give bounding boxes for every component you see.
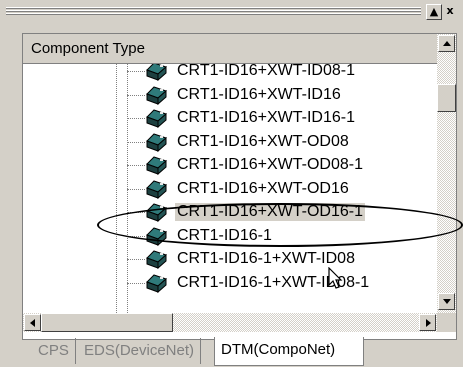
arrow-left-icon bbox=[30, 319, 35, 327]
close-button[interactable]: x bbox=[443, 4, 457, 18]
tree-item-label: CRT1-ID16+XWT-OD16-1 bbox=[175, 203, 365, 221]
tree-item[interactable]: CRT1-ID16-1 bbox=[23, 225, 437, 248]
tree-item-label: CRT1-ID16-1+XWT-ID08 bbox=[177, 250, 355, 267]
device-icon bbox=[145, 250, 167, 270]
tree-item-label: CRT1-ID16+XWT-ID16-1 bbox=[177, 109, 355, 126]
tree-item-label: CRT1-ID16+XWT-ID08-1 bbox=[177, 64, 355, 79]
device-icon bbox=[145, 109, 167, 129]
tab-dtm-componet[interactable]: DTM(CompoNet) bbox=[214, 337, 364, 366]
tree-connector bbox=[127, 212, 145, 213]
scrollbar-corner bbox=[437, 313, 456, 332]
tree-connector bbox=[127, 259, 145, 260]
arrow-down-icon bbox=[443, 299, 451, 304]
tree-item-label: CRT1-ID16+XWT-ID16 bbox=[177, 85, 341, 103]
restore-button[interactable]: ▲ bbox=[426, 4, 442, 20]
vertical-scrollbar[interactable] bbox=[437, 34, 456, 313]
tree-item-label: CRT1-ID16+XWT-OD08-1 bbox=[177, 156, 363, 173]
tree-item[interactable]: CRT1-ID16+XWT-ID16 bbox=[23, 84, 437, 107]
tab-cps[interactable]: CPS bbox=[32, 338, 76, 364]
device-icon bbox=[145, 273, 167, 294]
column-header-label: Component Type bbox=[31, 40, 145, 57]
tree-connector bbox=[127, 165, 145, 166]
tree-item[interactable]: CRT1-ID16-1+XWT-ID08-1 bbox=[23, 272, 437, 295]
tree-item[interactable]: CRT1-ID16+XWT-ID16-1 bbox=[23, 107, 437, 130]
device-icon bbox=[145, 179, 167, 200]
scroll-right-button[interactable] bbox=[419, 314, 436, 331]
tree-item[interactable]: CRT1-ID16+XWT-OD16 bbox=[23, 178, 437, 201]
device-icon bbox=[145, 226, 167, 247]
device-icon bbox=[145, 85, 167, 106]
column-header[interactable]: Component Type bbox=[23, 34, 438, 64]
arrow-up-icon bbox=[443, 41, 451, 46]
component-tree[interactable]: CRT1-ID16+XWT-ID08-1 CRT1-ID16+XWT-ID16 CR… bbox=[23, 64, 437, 313]
tree-connector bbox=[127, 71, 145, 72]
tree-connector bbox=[127, 94, 145, 96]
scroll-down-button[interactable] bbox=[438, 293, 455, 310]
tab-eds-devicenet[interactable]: EDS(DeviceNet) bbox=[78, 338, 202, 364]
mouse-pointer-icon bbox=[328, 267, 343, 289]
horizontal-scroll-thumb[interactable] bbox=[41, 313, 173, 332]
tree-item[interactable]: CRT1-ID16-1+XWT-ID08 bbox=[23, 248, 437, 271]
tree-connector bbox=[127, 235, 145, 237]
tree-item-label: CRT1-ID16+XWT-OD08 bbox=[177, 132, 349, 150]
device-icon bbox=[145, 156, 167, 176]
tree-item[interactable]: CRT1-ID16+XWT-OD16-1 bbox=[23, 201, 437, 224]
tree-connector bbox=[127, 118, 145, 119]
drag-grip[interactable] bbox=[6, 7, 421, 16]
component-type-panel: Component Type CRT1-ID16+XWT-ID08-1 CRT1-… bbox=[22, 33, 457, 340]
window-title-bar[interactable]: ▲ x bbox=[0, 0, 463, 26]
tree-connector bbox=[127, 141, 145, 143]
scroll-left-button[interactable] bbox=[24, 314, 41, 331]
tree-item[interactable]: CRT1-ID16+XWT-ID08-1 bbox=[23, 64, 437, 83]
device-icon bbox=[145, 64, 167, 82]
tab-bar: CPS EDS(DeviceNet) DTM(CompoNet) bbox=[22, 337, 455, 367]
device-icon bbox=[145, 132, 167, 153]
horizontal-scrollbar[interactable] bbox=[23, 313, 437, 332]
vertical-scroll-thumb[interactable] bbox=[437, 84, 456, 112]
tree-item-label: CRT1-ID16+XWT-OD16 bbox=[177, 179, 349, 197]
arrow-right-icon bbox=[426, 319, 431, 327]
tree-item[interactable]: CRT1-ID16+XWT-OD08 bbox=[23, 131, 437, 154]
tree-item[interactable]: CRT1-ID16+XWT-OD08-1 bbox=[23, 154, 437, 177]
tree-item-label: CRT1-ID16-1 bbox=[177, 226, 272, 244]
tree-connector bbox=[127, 188, 145, 190]
tree-connector bbox=[127, 282, 145, 284]
device-icon bbox=[145, 203, 167, 223]
scroll-up-button[interactable] bbox=[438, 35, 455, 52]
